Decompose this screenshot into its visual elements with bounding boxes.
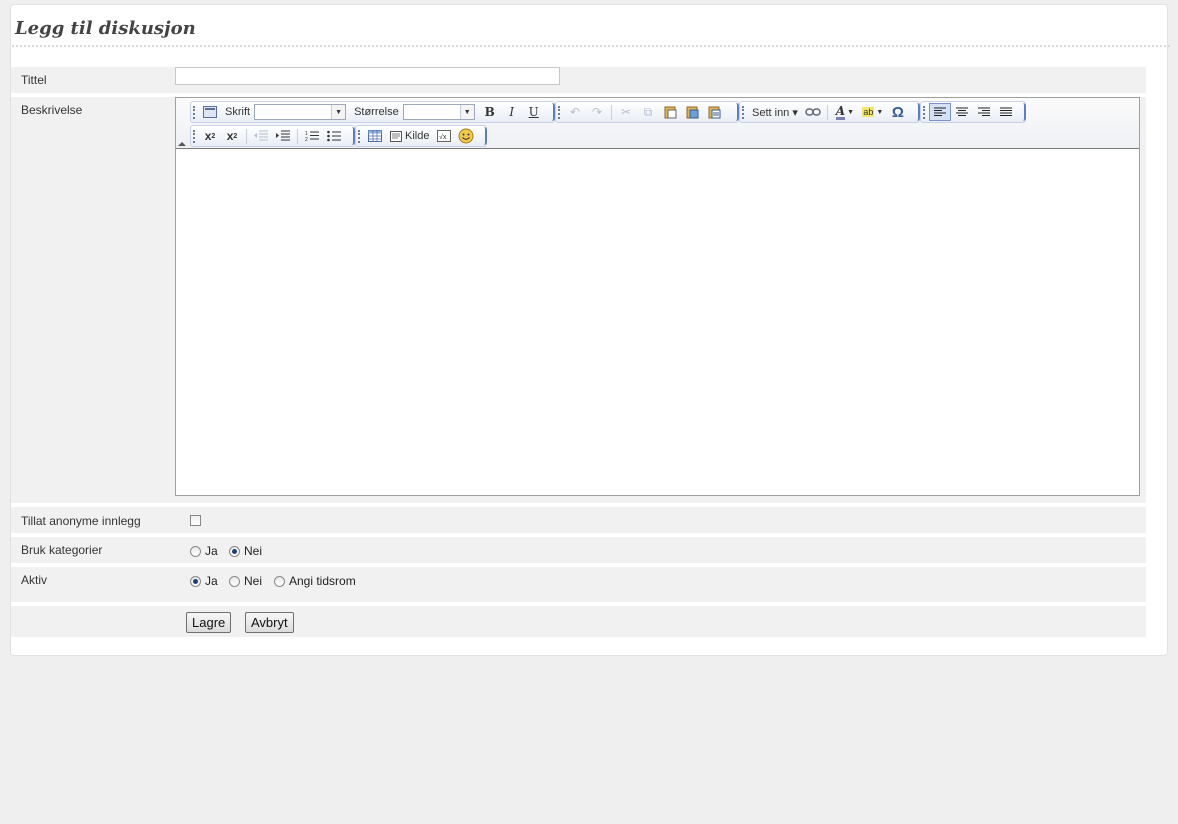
subscript-icon[interactable]: x2 <box>199 127 221 145</box>
justify-icon[interactable] <box>995 103 1017 121</box>
toolbar-group-tools: Kilde √x <box>355 125 487 147</box>
toolbar-separator <box>826 104 828 120</box>
toolbar-separator <box>297 128 298 144</box>
categories-label: Bruk kategorier <box>21 543 103 557</box>
source-label: Kilde <box>405 130 430 142</box>
link-icon[interactable] <box>802 103 824 121</box>
size-label: Størrelse <box>354 106 399 118</box>
anonymous-label: Tillat anonyme innlegg <box>21 514 141 528</box>
description-label: Beskrivelse <box>21 103 83 117</box>
formula-icon[interactable]: √x <box>433 127 455 145</box>
unordered-list-icon[interactable] <box>323 127 345 145</box>
font-label: Skrift <box>225 106 251 118</box>
table-icon[interactable] <box>364 127 386 145</box>
outdent-icon[interactable] <box>250 127 272 145</box>
ordered-list-icon[interactable]: 12 <box>301 127 323 145</box>
active-row: Aktiv <box>11 567 1146 602</box>
svg-text:2: 2 <box>305 137 308 142</box>
anonymous-row: Tillat anonyme innlegg <box>11 507 1146 533</box>
categories-option-no[interactable]: Nei <box>229 544 262 558</box>
insert-menu[interactable]: Sett inn ▾ <box>748 106 802 119</box>
toolbar-collapse-icon[interactable] <box>178 142 186 146</box>
radio-button[interactable] <box>274 575 285 587</box>
title-input[interactable] <box>175 67 560 85</box>
toolbar-group-format: Skrift ▼ Størrelse ▼ B I U <box>190 101 555 123</box>
categories-option-yes[interactable]: Ja <box>190 544 218 558</box>
toolbar-group-paragraph: x2 x2 12 <box>190 125 355 147</box>
toolbar-separator <box>611 104 612 120</box>
active-option-no[interactable]: Nei <box>229 574 262 588</box>
active-option-period[interactable]: Angi tidsrom <box>274 574 356 588</box>
title-label: Tittel <box>21 73 47 87</box>
chevron-down-icon: ▼ <box>331 105 346 119</box>
option-label: Angi tidsrom <box>289 574 356 588</box>
toolbar-group-insert: Sett inn ▾ A ▼ ab ▼ Ω <box>739 101 920 123</box>
source-icon <box>390 130 402 142</box>
option-label: Nei <box>244 544 263 558</box>
save-button[interactable]: Lagre <box>186 612 232 633</box>
indent-icon[interactable] <box>272 127 294 145</box>
svg-text:√x: √x <box>439 133 447 141</box>
option-label: Ja <box>205 574 218 588</box>
toolbar-group-edit: ↶ ↷ ✂ ⧉ <box>555 101 739 123</box>
toolbar-group-align <box>920 101 1026 123</box>
superscript-icon[interactable]: x2 <box>221 127 243 145</box>
document-icon[interactable] <box>199 103 221 121</box>
active-label: Aktiv <box>21 573 48 587</box>
active-option-yes[interactable]: Ja <box>190 574 218 588</box>
paste-text-icon[interactable] <box>681 103 703 121</box>
insert-label: Sett inn <box>752 106 790 119</box>
size-select[interactable]: ▼ <box>402 104 475 120</box>
paste-icon[interactable] <box>659 103 681 121</box>
smiley-icon[interactable] <box>455 127 477 145</box>
cancel-button[interactable]: Avbryt <box>245 612 294 633</box>
align-left-icon[interactable] <box>929 103 951 121</box>
cut-icon[interactable]: ✂ <box>615 103 637 121</box>
editor-content-area[interactable] <box>176 149 1139 495</box>
paste-word-icon[interactable] <box>703 103 725 121</box>
radio-button[interactable] <box>229 545 240 557</box>
page-title: Legg til diskusjon <box>15 18 196 39</box>
align-center-icon[interactable] <box>951 103 973 121</box>
undo-icon[interactable]: ↶ <box>564 103 586 121</box>
special-char-icon[interactable]: Ω <box>887 103 909 121</box>
text-color-icon[interactable]: A ▼ <box>831 103 859 121</box>
source-button[interactable]: Kilde <box>386 130 433 142</box>
title-divider <box>12 45 1170 47</box>
categories-row: Bruk kategorier <box>11 537 1146 563</box>
option-label: Nei <box>244 574 263 588</box>
redo-icon[interactable]: ↷ <box>586 103 608 121</box>
italic-icon[interactable]: I <box>501 103 523 121</box>
actions-row <box>11 606 1146 637</box>
highlight-icon[interactable]: ab ▼ <box>859 103 887 121</box>
radio-button[interactable] <box>190 575 201 587</box>
rich-text-editor: Skrift ▼ Størrelse ▼ B I U ↶ ↷ ✂ ⧉ Sett … <box>175 97 1140 496</box>
bold-icon[interactable]: B <box>479 103 501 121</box>
anonymous-checkbox[interactable] <box>190 515 201 526</box>
radio-button[interactable] <box>190 545 201 557</box>
option-label: Ja <box>205 544 218 558</box>
radio-button[interactable] <box>229 575 240 587</box>
align-right-icon[interactable] <box>973 103 995 121</box>
editor-toolbar: Skrift ▼ Størrelse ▼ B I U ↶ ↷ ✂ ⧉ Sett … <box>176 98 1139 149</box>
copy-icon[interactable]: ⧉ <box>637 103 659 121</box>
chevron-down-icon: ▼ <box>459 105 474 119</box>
underline-icon[interactable]: U <box>523 103 545 121</box>
font-select[interactable]: ▼ <box>254 104 347 120</box>
toolbar-separator <box>246 128 247 144</box>
